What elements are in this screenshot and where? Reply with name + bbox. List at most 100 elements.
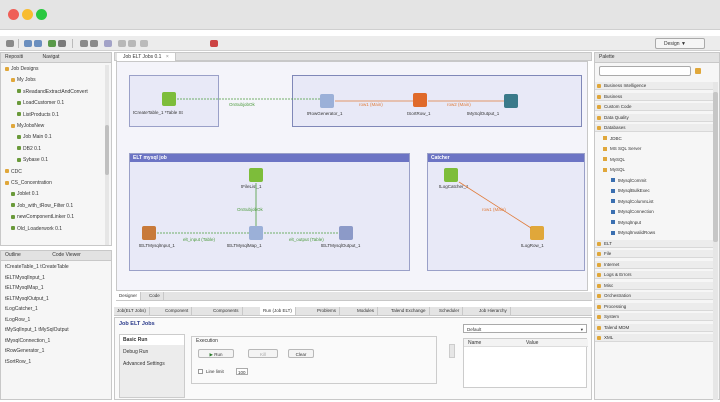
- palette-component[interactable]: MySQL: [603, 156, 625, 164]
- stop-icon[interactable]: [210, 40, 218, 47]
- outline-item[interactable]: tRowGenerator_1: [5, 348, 44, 355]
- palette-component[interactable]: tMysqlColumnList: [611, 198, 654, 206]
- close-window-button[interactable]: [8, 9, 19, 20]
- repository-tree-item[interactable]: DB2 0.1: [17, 146, 41, 153]
- undo-icon[interactable]: [118, 40, 126, 47]
- outline-item[interactable]: tLogCatcher_1: [5, 306, 38, 313]
- outline-item[interactable]: tELTMysqlOutput_1: [5, 296, 49, 303]
- palette-component[interactable]: JDBC: [603, 135, 622, 143]
- designer-tab[interactable]: Designer: [116, 292, 142, 300]
- advanced-settings-item[interactable]: Advanced Settings: [120, 359, 184, 369]
- palette-category[interactable]: System: [595, 313, 713, 321]
- run-button[interactable]: ▶ Run: [198, 349, 234, 358]
- components-tab[interactable]: Components: [210, 307, 243, 315]
- palette-category[interactable]: Custom Code: [595, 103, 713, 111]
- repository-tree-item[interactable]: Old_Loaderwork 0.1: [11, 226, 62, 233]
- palette-category[interactable]: Misc: [595, 281, 713, 290]
- maximize-window-button[interactable]: [36, 9, 47, 20]
- outline-item[interactable]: tCreateTable_1 tCreateTable: [5, 264, 69, 271]
- repository-scrollbar[interactable]: [105, 65, 109, 245]
- code-tab[interactable]: Code: [146, 292, 164, 300]
- run-tab[interactable]: Run (Job ELT): [260, 307, 296, 315]
- scrollbar-thumb[interactable]: [105, 125, 109, 175]
- job-tab[interactable]: Job(ELT Jobs): [114, 307, 150, 315]
- repository-tree-item[interactable]: Joblet 0.1: [11, 191, 39, 198]
- context-select[interactable]: Default ▾: [463, 324, 587, 333]
- run-icon[interactable]: [48, 40, 56, 47]
- repository-tab[interactable]: Repositi: [5, 54, 23, 60]
- outline-item[interactable]: tMySqlInput_1 tMySqlOutput: [5, 327, 69, 334]
- palette-scrollbar[interactable]: [713, 82, 718, 400]
- palette-component[interactable]: tMysqlConnection: [611, 208, 654, 216]
- palette-component[interactable]: MySQL: [603, 166, 625, 174]
- search-icon[interactable]: [104, 40, 112, 47]
- basic-run-item[interactable]: Basic Run: [120, 335, 184, 345]
- repository-tree-item[interactable]: MyJobsNew: [11, 123, 44, 130]
- search-icon[interactable]: [695, 68, 701, 74]
- repository-tree-item[interactable]: Job_with_tRow_Filter 0.1: [11, 203, 73, 210]
- scheduler-tab[interactable]: Scheduler: [436, 307, 464, 315]
- scrollbar-thumb[interactable]: [713, 92, 718, 242]
- outline-item[interactable]: tSortRow_1: [5, 359, 31, 366]
- new-icon[interactable]: [6, 40, 14, 47]
- job-hierarchy-tab[interactable]: Job Hierarchy: [476, 307, 511, 315]
- repository-tree-item[interactable]: Sybase 0.1: [17, 157, 48, 164]
- close-tab-icon[interactable]: ×: [166, 54, 169, 60]
- import-icon[interactable]: [90, 40, 98, 47]
- modules-tab[interactable]: Modules: [354, 307, 379, 315]
- palette-category[interactable]: Data Quality: [595, 113, 713, 122]
- repository-tree-item[interactable]: ListProducts 0.1: [17, 112, 59, 119]
- palette-category[interactable]: File: [595, 250, 713, 258]
- repository-tree-item[interactable]: Job Main 0.1: [17, 134, 52, 141]
- palette-component[interactable]: tMysqlCommit: [611, 177, 647, 185]
- problems-tab[interactable]: Problems: [314, 307, 341, 315]
- palette-search-input[interactable]: [599, 66, 691, 76]
- outline-item[interactable]: tELTMysqlInput_1: [5, 275, 45, 282]
- repository-tree-item[interactable]: sReadandExtractAndConvert: [17, 89, 88, 96]
- palette-component[interactable]: tMysqlBulkExec: [611, 187, 650, 195]
- repository-tree-item[interactable]: CDC: [5, 169, 22, 176]
- navigator-tab[interactable]: Navigat: [42, 54, 59, 60]
- redo-icon[interactable]: [128, 40, 136, 47]
- outline-item[interactable]: tLogRow_1: [5, 317, 30, 324]
- palette-category[interactable]: Orchestration: [595, 292, 713, 300]
- palette-category[interactable]: XML: [595, 334, 713, 342]
- debug-run-item[interactable]: Debug Run: [120, 347, 184, 357]
- palette-category[interactable]: Internet: [595, 260, 713, 269]
- palette-category[interactable]: Processing: [595, 302, 713, 311]
- talend-exchange-tab[interactable]: Talend Exchange: [388, 307, 430, 315]
- palette-category[interactable]: Business: [595, 92, 713, 101]
- palette-category[interactable]: Business Intelligence: [595, 82, 713, 90]
- kill-button[interactable]: Kill: [248, 349, 278, 358]
- line-limit-input[interactable]: 100: [236, 368, 248, 375]
- palette-component[interactable]: tMysqlInput: [611, 219, 641, 227]
- repository-tree-item[interactable]: Job Designs: [5, 66, 39, 73]
- repository-tree-item[interactable]: newComponentLinker 0.1: [11, 214, 74, 221]
- outline-item[interactable]: tMysqlConnection_1: [5, 338, 50, 345]
- clear-button[interactable]: Clear: [288, 349, 314, 358]
- code-viewer-tab[interactable]: Code Viewer: [52, 252, 81, 258]
- palette-category[interactable]: Logs & Errors: [595, 271, 713, 279]
- repository-tree-item[interactable]: My Jobs: [11, 77, 36, 84]
- palette-component[interactable]: MS SQL Server: [603, 145, 641, 153]
- editor-tab[interactable]: Job ELT Jobs 0.1 ×: [117, 53, 176, 61]
- palette-category[interactable]: Databases: [595, 124, 713, 132]
- export-icon[interactable]: [80, 40, 88, 47]
- outline-item[interactable]: tELTMysqlMap_1: [5, 285, 44, 292]
- settings-icon[interactable]: [58, 40, 66, 47]
- row-link[interactable]: [458, 181, 532, 229]
- palette-component[interactable]: tMysqlInvalidRows: [611, 229, 655, 237]
- zoom-icon[interactable]: [140, 40, 148, 47]
- save-all-icon[interactable]: [34, 40, 42, 47]
- palette-category[interactable]: Talend MDM: [595, 323, 713, 332]
- repository-tree-item[interactable]: CS_Concentration: [5, 180, 52, 187]
- job-designer-canvas[interactable]: tCreateTable_1 *Table St tRowGenerator_1…: [116, 61, 588, 291]
- palette-category[interactable]: ELT: [595, 239, 713, 248]
- save-icon[interactable]: [24, 40, 32, 47]
- minimize-window-button[interactable]: [22, 9, 33, 20]
- component-tab[interactable]: Component: [162, 307, 193, 315]
- outline-tab[interactable]: Outline: [5, 252, 21, 258]
- line-limit-checkbox[interactable]: [198, 369, 203, 374]
- repository-tree-item[interactable]: LoadCustomer 0.1: [17, 100, 64, 107]
- perspective-switcher[interactable]: Design ▼: [655, 38, 705, 49]
